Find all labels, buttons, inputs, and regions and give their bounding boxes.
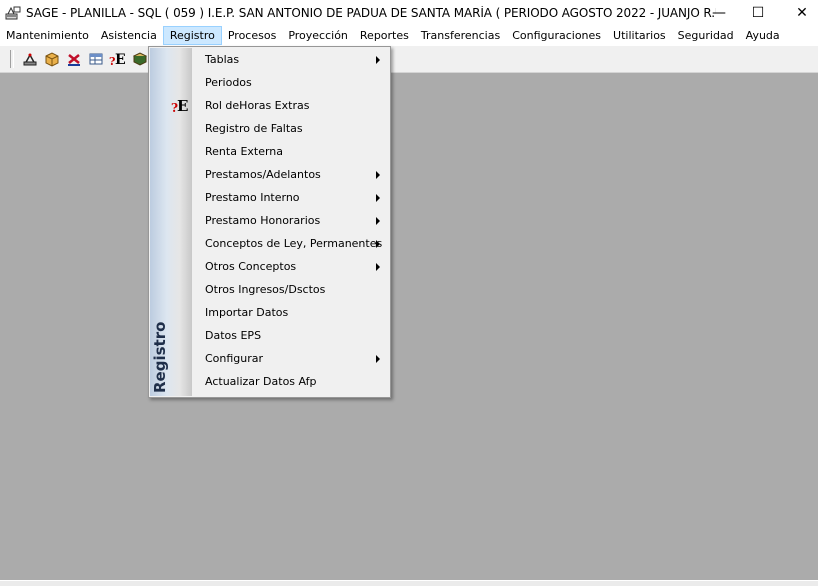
status-bar (0, 581, 818, 586)
toolbar: E ? (0, 46, 818, 73)
dropdown-side-label: Registro (151, 321, 169, 393)
minimize-icon: — (712, 4, 726, 21)
menu-procesos[interactable]: Procesos (222, 26, 282, 45)
app-icon (5, 5, 21, 21)
book-icon[interactable] (130, 49, 150, 69)
window-title: SAGE - PLANILLA - SQL ( 059 ) I.E.P. SAN… (26, 5, 716, 20)
svg-text:?: ? (109, 55, 115, 67)
menu-item-tablas[interactable]: Tablas (193, 48, 389, 71)
menu-item-label: Otros Ingresos/Dsctos (205, 283, 326, 296)
menu-item-label: Prestamo Interno (205, 191, 300, 204)
submenu-arrow-icon (376, 263, 380, 271)
submenu-arrow-icon (376, 56, 380, 64)
e-icon[interactable]: E ? (108, 49, 128, 69)
menu-item-label: Importar Datos (205, 306, 289, 319)
menu-item-label: Conceptos de Ley, Permanentes (205, 237, 383, 250)
menu-utilitarios[interactable]: Utilitarios (607, 26, 672, 45)
menu-configuraciones[interactable]: Configuraciones (506, 26, 607, 45)
menu-item-label: Datos EPS (205, 329, 262, 342)
close-icon: ✕ (796, 4, 808, 21)
svg-text:E: E (115, 52, 126, 67)
menu-item-rol-horas-extras[interactable]: E ? Rol deHoras Extras (171, 94, 389, 117)
menu-item-label: Actualizar Datos Afp (205, 375, 317, 388)
menu-bar: Mantenimiento Asistencia Registro Proces… (0, 25, 818, 46)
registro-dropdown: Registro Tablas Periodos E ? Rol deHoras… (148, 46, 391, 398)
menu-item-label: Prestamos/Adelantos (205, 168, 321, 181)
toolbar-grip[interactable] (10, 50, 14, 68)
e-icon: E ? (171, 96, 191, 115)
menu-item-importar-datos[interactable]: Importar Datos (193, 301, 389, 324)
svg-text:?: ? (171, 101, 178, 114)
maximize-button[interactable]: ☐ (735, 0, 781, 25)
box-icon[interactable] (42, 49, 62, 69)
menu-transferencias[interactable]: Transferencias (415, 26, 506, 45)
menu-item-label: Rol deHoras Extras (205, 99, 310, 112)
submenu-arrow-icon (376, 171, 380, 179)
menu-item-label: Tablas (205, 53, 240, 66)
menu-asistencia[interactable]: Asistencia (95, 26, 163, 45)
menu-item-conceptos-ley[interactable]: Conceptos de Ley, Permanentes (193, 232, 389, 255)
menu-item-registro-faltas[interactable]: Registro de Faltas (193, 117, 389, 140)
menu-registro[interactable]: Registro (162, 26, 222, 45)
submenu-arrow-icon (376, 217, 380, 225)
menu-item-otros-conceptos[interactable]: Otros Conceptos (193, 255, 389, 278)
menu-item-datos-eps[interactable]: Datos EPS (193, 324, 389, 347)
menu-proyeccion[interactable]: Proyección (282, 26, 354, 45)
menu-mantenimiento[interactable]: Mantenimiento (0, 26, 95, 45)
submenu-arrow-icon (376, 194, 380, 202)
x-icon[interactable] (64, 49, 84, 69)
submenu-arrow-icon (376, 355, 380, 363)
menu-item-configurar[interactable]: Configurar (193, 347, 389, 370)
menu-item-prestamo-honorarios[interactable]: Prestamo Honorarios (193, 209, 389, 232)
menu-item-prestamos-adelantos[interactable]: Prestamos/Adelantos (193, 163, 389, 186)
menu-reportes[interactable]: Reportes (354, 26, 415, 45)
menu-item-label: Configurar (205, 352, 264, 365)
table-icon[interactable] (86, 49, 106, 69)
maximize-icon: ☐ (751, 4, 765, 21)
menu-item-renta-externa[interactable]: Renta Externa (193, 140, 389, 163)
menu-item-label: Prestamo Honorarios (205, 214, 321, 227)
menu-item-label: Registro de Faltas (205, 122, 303, 135)
menu-item-label: Renta Externa (205, 145, 284, 158)
submenu-arrow-icon (376, 240, 380, 248)
scale-icon[interactable] (20, 49, 40, 69)
menu-item-prestamo-interno[interactable]: Prestamo Interno (193, 186, 389, 209)
menu-item-periodos[interactable]: Periodos (193, 71, 389, 94)
close-button[interactable]: ✕ (779, 0, 818, 25)
menu-ayuda[interactable]: Ayuda (740, 26, 786, 45)
menu-item-label: Periodos (205, 76, 252, 89)
menu-item-otros-ingresos[interactable]: Otros Ingresos/Dsctos (193, 278, 389, 301)
svg-text:E: E (177, 97, 188, 114)
menu-item-label: Otros Conceptos (205, 260, 297, 273)
menu-item-actualizar-afp[interactable]: Actualizar Datos Afp (193, 370, 389, 393)
title-bar: SAGE - PLANILLA - SQL ( 059 ) I.E.P. SAN… (0, 0, 818, 25)
menu-seguridad[interactable]: Seguridad (672, 26, 740, 45)
